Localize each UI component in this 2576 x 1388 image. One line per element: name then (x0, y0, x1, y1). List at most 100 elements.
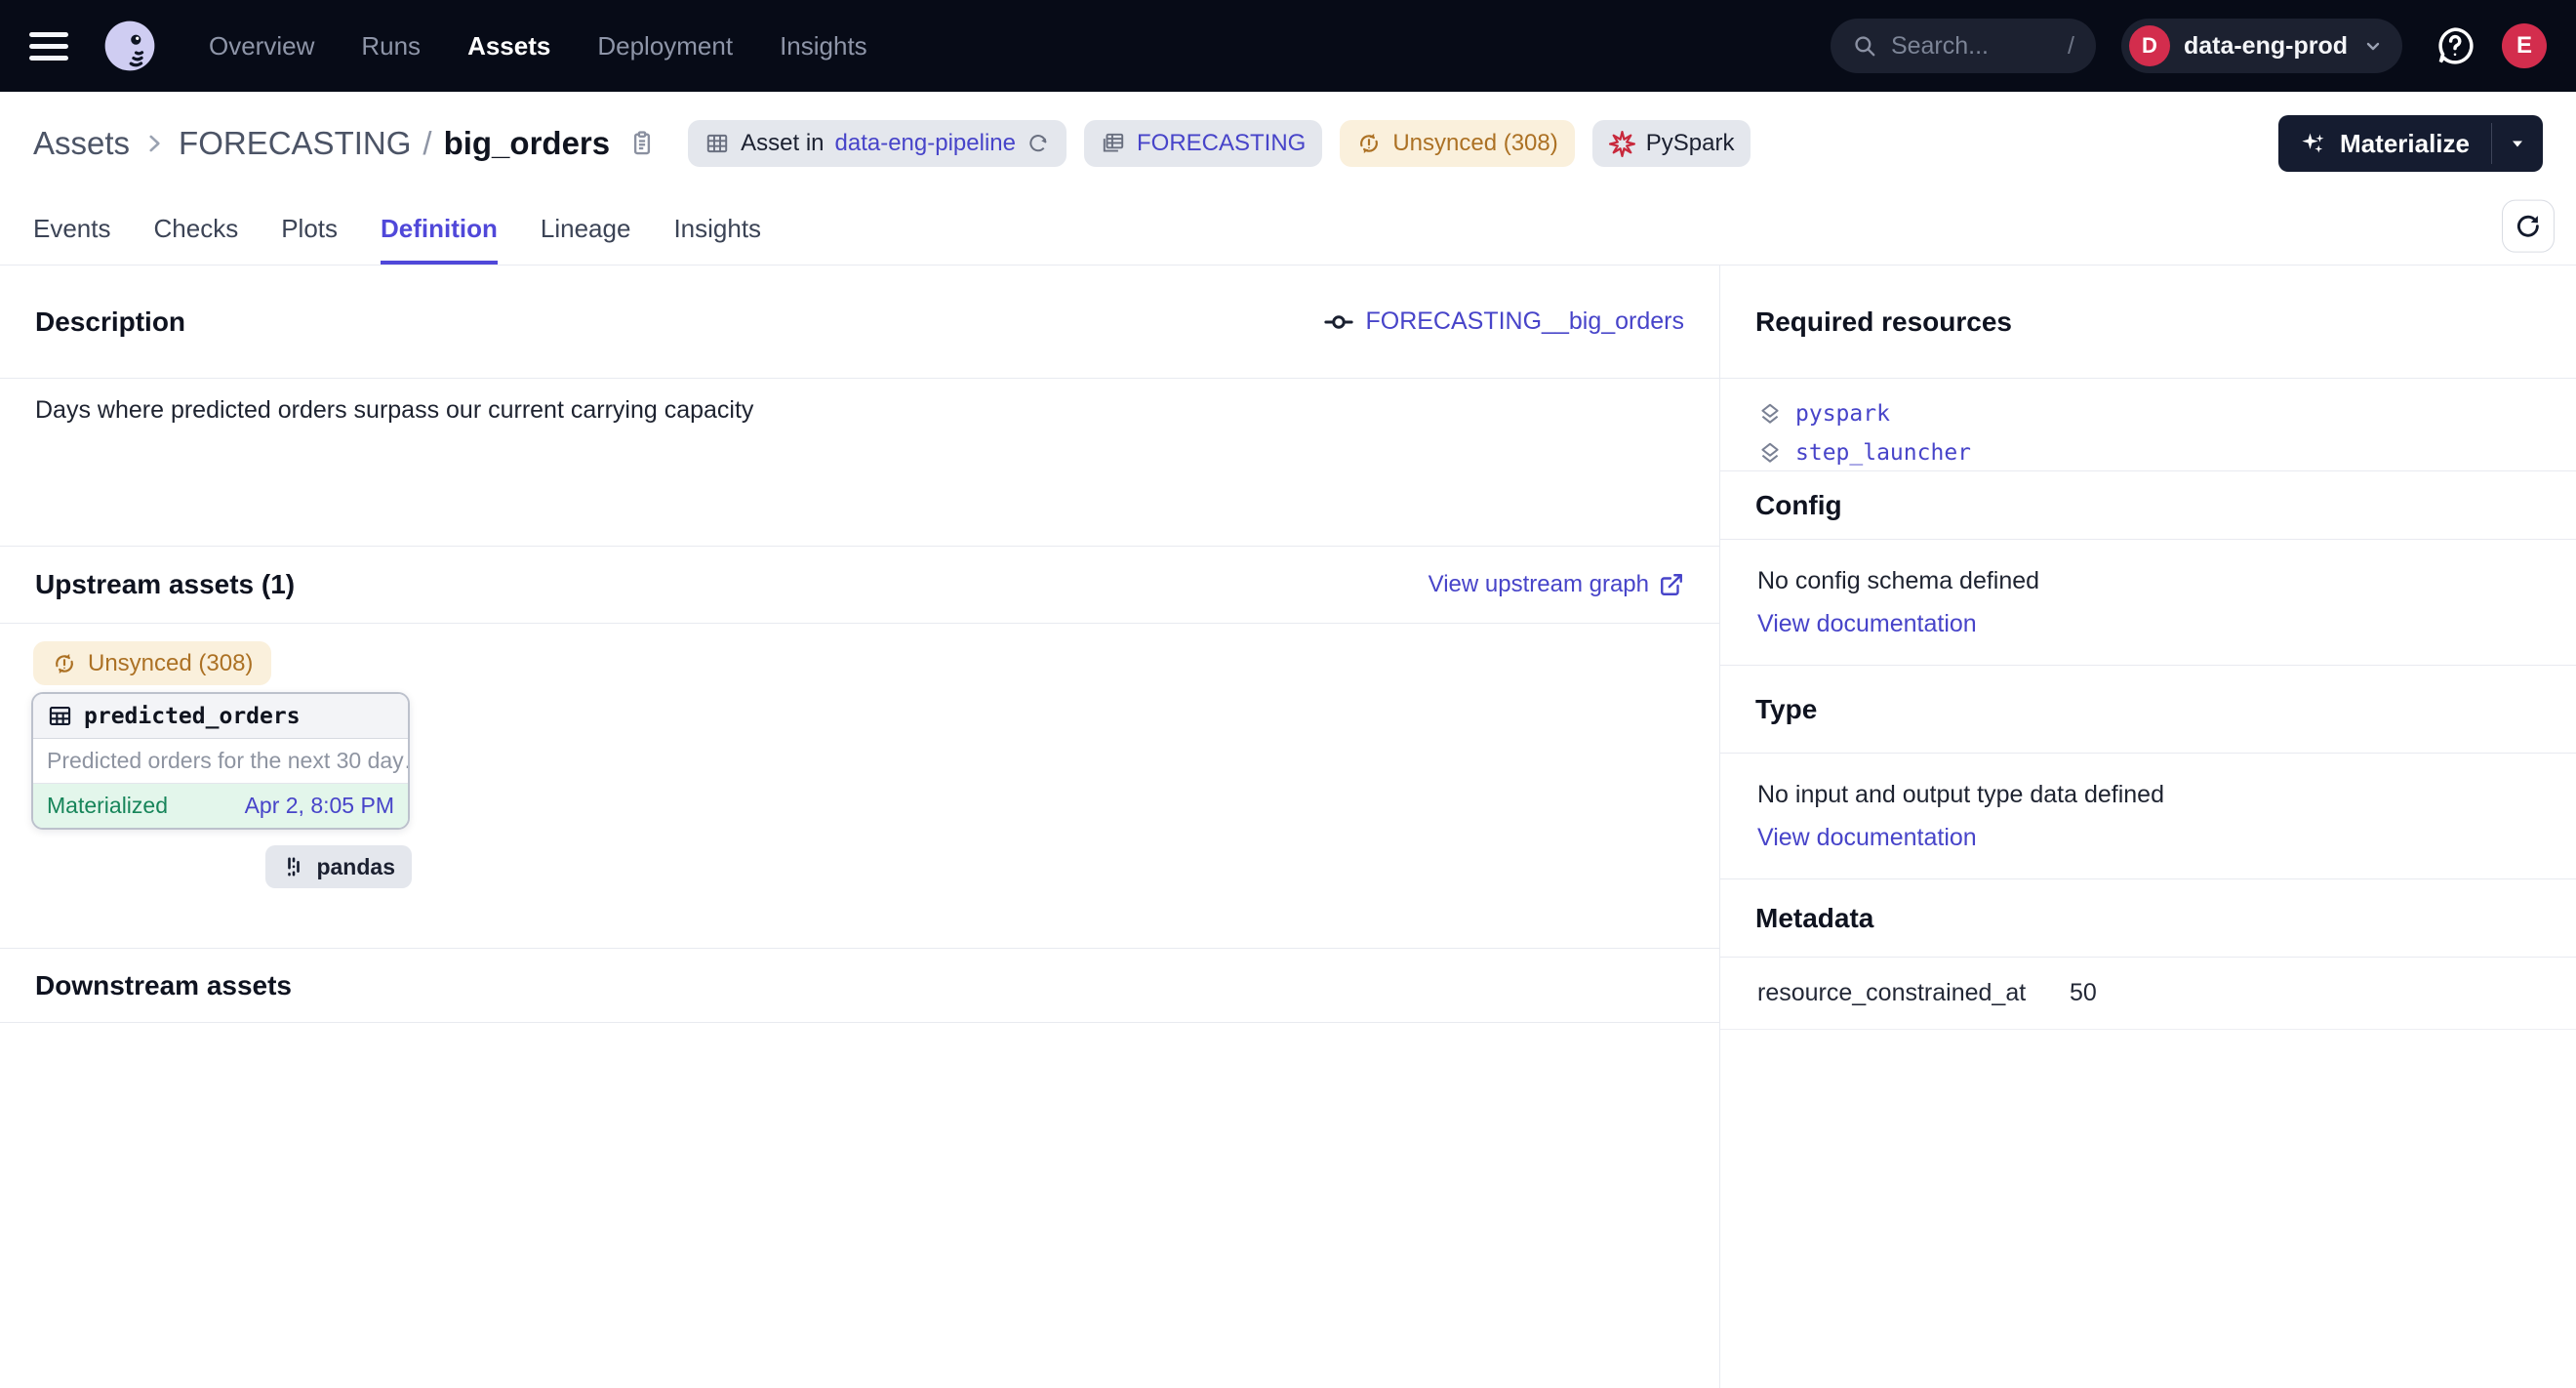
badge-pyspark[interactable]: PySpark (1592, 120, 1751, 167)
badge-unsynced-label: Unsynced (308) (1392, 130, 1557, 157)
search-input[interactable] (1891, 32, 2054, 61)
asset-header: Assets FORECASTING / big_orders Asset in… (0, 92, 2576, 195)
resource-name: step_launcher (1795, 440, 1971, 466)
nav-item-assets[interactable]: Assets (467, 31, 550, 61)
chevron-down-icon (2361, 34, 2385, 58)
asset-card-timestamp[interactable]: Apr 2, 8:05 PM (245, 793, 394, 819)
downstream-section-header: Downstream assets (0, 949, 1719, 1023)
search-icon (1852, 33, 1877, 59)
nav-item-overview[interactable]: Overview (209, 31, 314, 61)
breadcrumb-assets[interactable]: Assets (33, 125, 130, 162)
reload-icon[interactable] (1026, 132, 1050, 155)
table-icon (704, 131, 730, 156)
resource-layers-icon (1757, 440, 1783, 466)
required-resources-list: pyspark step_launcher (1720, 379, 2576, 471)
badge-asset-in-label: Asset in (741, 130, 824, 157)
resource-item-pyspark[interactable]: pyspark (1757, 394, 2539, 433)
pipeline-link[interactable]: data-eng-pipeline (835, 130, 1016, 157)
breadcrumb-asset-name: big_orders (444, 125, 611, 162)
pandas-tag-label: pandas (316, 854, 395, 880)
deployment-name: data-eng-prod (2184, 32, 2348, 61)
type-view-documentation-link[interactable]: View documentation (1757, 816, 1977, 859)
breadcrumb-separator: / (423, 125, 431, 162)
materialize-dropdown-button[interactable] (2492, 115, 2543, 172)
badge-group-label[interactable]: FORECASTING (1137, 130, 1306, 157)
left-column: Description FORECASTING__big_orders Days… (0, 265, 1719, 1388)
pyspark-star-icon (1609, 131, 1635, 157)
user-avatar[interactable]: E (2502, 23, 2547, 68)
job-icon (1324, 307, 1353, 337)
tab-plots[interactable]: Plots (281, 195, 338, 265)
table-group-icon (1101, 131, 1126, 156)
upstream-asset-card[interactable]: predicted_orders Predicted orders for th… (31, 692, 410, 830)
asset-card-status: Materialized (47, 793, 168, 819)
sparkles-icon (2300, 130, 2327, 157)
asset-tabs: Events Checks Plots Definition Lineage I… (0, 195, 2576, 265)
required-resources-title: Required resources (1755, 306, 2012, 338)
type-body: No input and output type data defined Vi… (1720, 754, 2576, 879)
materialize-label: Materialize (2340, 129, 2470, 159)
deployment-initial-badge: D (2129, 25, 2170, 66)
dagster-logo-icon[interactable] (101, 18, 158, 74)
tab-lineage[interactable]: Lineage (541, 195, 631, 265)
job-link[interactable]: FORECASTING__big_orders (1324, 307, 1684, 337)
asset-card-name: predicted_orders (84, 704, 301, 729)
upstream-node-sync-label: Unsynced (308) (88, 650, 253, 677)
config-empty-message: No config schema defined (1757, 559, 2539, 602)
tab-insights[interactable]: Insights (673, 195, 761, 265)
primary-nav: Overview Runs Assets Deployment Insights (209, 31, 867, 61)
breadcrumb: Assets FORECASTING / big_orders (33, 125, 610, 162)
menu-icon[interactable] (29, 32, 68, 61)
view-upstream-graph-label: View upstream graph (1429, 571, 1649, 598)
asset-card-status-row: Materialized Apr 2, 8:05 PM (33, 784, 408, 828)
materialize-button[interactable]: Materialize (2278, 115, 2491, 172)
resource-item-step-launcher[interactable]: step_launcher (1757, 433, 2539, 472)
badge-group-forecasting[interactable]: FORECASTING (1084, 120, 1322, 167)
search-input-wrapper[interactable]: / (1831, 19, 2096, 73)
refresh-button[interactable] (2502, 199, 2555, 252)
upstream-section-header: Upstream assets (1) View upstream graph (0, 547, 1719, 624)
upstream-graph-area: Unsynced (308) predicted_orders Predicte… (0, 624, 1719, 949)
definition-content: Description FORECASTING__big_orders Days… (0, 265, 2576, 1388)
downstream-title: Downstream assets (35, 970, 292, 1001)
search-shortcut-hint: / (2068, 32, 2074, 61)
copy-asset-name-icon[interactable] (627, 129, 657, 158)
badge-unsynced[interactable]: Unsynced (308) (1340, 120, 1574, 167)
chevron-right-icon (141, 131, 167, 156)
help-icon[interactable] (2434, 24, 2476, 67)
pandas-icon (282, 855, 305, 878)
config-body: No config schema defined View documentat… (1720, 540, 2576, 666)
resource-layers-icon (1757, 401, 1783, 427)
tab-checks[interactable]: Checks (154, 195, 239, 265)
asset-badges: Asset in data-eng-pipeline FORECASTING U… (688, 120, 1751, 167)
asset-card-description: Predicted orders for the next 30 day… (33, 739, 408, 784)
badge-pyspark-label: PySpark (1646, 130, 1735, 157)
description-section-header: Description FORECASTING__big_orders (0, 265, 1719, 379)
type-header: Type (1720, 666, 2576, 754)
nav-item-insights[interactable]: Insights (780, 31, 867, 61)
metadata-title: Metadata (1755, 903, 1873, 934)
view-upstream-graph-link[interactable]: View upstream graph (1429, 571, 1684, 598)
nav-item-deployment[interactable]: Deployment (597, 31, 733, 61)
table-icon (47, 703, 73, 729)
required-resources-header: Required resources (1720, 265, 2576, 379)
description-text: Days where predicted orders surpass our … (0, 379, 1719, 547)
tab-events[interactable]: Events (33, 195, 111, 265)
type-title: Type (1755, 694, 1817, 725)
asset-card-header: predicted_orders (33, 694, 408, 739)
refresh-icon (2514, 211, 2543, 240)
sync-alert-icon (1356, 131, 1382, 156)
sync-alert-icon (52, 651, 77, 676)
right-sidebar: Required resources pyspark step_launcher… (1719, 265, 2576, 1388)
config-view-documentation-link[interactable]: View documentation (1757, 602, 1977, 645)
description-title: Description (35, 306, 185, 338)
breadcrumb-group[interactable]: FORECASTING (179, 125, 411, 162)
upstream-title: Upstream assets (1) (35, 569, 295, 600)
pandas-tag[interactable]: pandas (265, 845, 412, 888)
badge-asset-in-pipeline[interactable]: Asset in data-eng-pipeline (688, 120, 1067, 167)
nav-item-runs[interactable]: Runs (361, 31, 421, 61)
tab-definition[interactable]: Definition (381, 195, 498, 265)
deployment-switcher[interactable]: D data-eng-prod (2121, 19, 2402, 73)
external-link-icon (1659, 572, 1684, 597)
job-link-label: FORECASTING__big_orders (1365, 307, 1684, 336)
